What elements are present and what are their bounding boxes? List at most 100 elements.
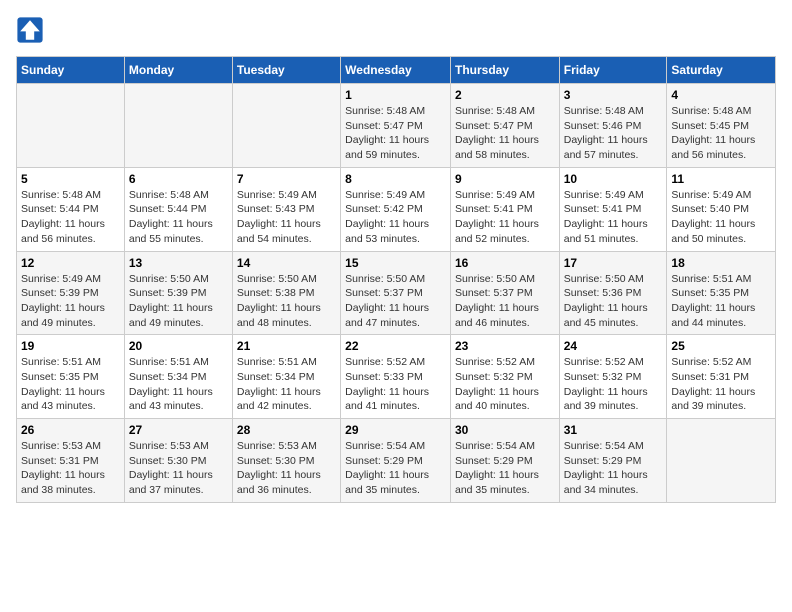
day-info: Sunrise: 5:51 AMSunset: 5:35 PMDaylight:… <box>21 355 120 414</box>
calendar-cell <box>232 84 340 168</box>
calendar-cell: 22 Sunrise: 5:52 AMSunset: 5:33 PMDayligh… <box>341 335 451 419</box>
calendar-table: SundayMondayTuesdayWednesdayThursdayFrid… <box>16 56 776 503</box>
day-number: 16 <box>455 256 555 270</box>
day-info: Sunrise: 5:49 AMSunset: 5:41 PMDaylight:… <box>455 188 555 247</box>
day-number: 11 <box>671 172 771 186</box>
calendar-cell: 3 Sunrise: 5:48 AMSunset: 5:46 PMDaylight… <box>559 84 667 168</box>
day-number: 31 <box>564 423 663 437</box>
day-info: Sunrise: 5:50 AMSunset: 5:36 PMDaylight:… <box>564 272 663 331</box>
weekday-header-wednesday: Wednesday <box>341 57 451 84</box>
calendar-cell: 14 Sunrise: 5:50 AMSunset: 5:38 PMDayligh… <box>232 251 340 335</box>
day-info: Sunrise: 5:52 AMSunset: 5:32 PMDaylight:… <box>455 355 555 414</box>
day-number: 22 <box>345 339 446 353</box>
day-info: Sunrise: 5:48 AMSunset: 5:44 PMDaylight:… <box>21 188 120 247</box>
calendar-cell: 27Sunrise: 5:53 AMSunset: 5:30 PMDayligh… <box>124 419 232 503</box>
day-number: 15 <box>345 256 446 270</box>
day-number: 28 <box>237 423 336 437</box>
day-number: 2 <box>455 88 555 102</box>
day-info: Sunrise: 5:50 AMSunset: 5:37 PMDaylight:… <box>455 272 555 331</box>
day-info: Sunrise: 5:52 AMSunset: 5:32 PMDaylight:… <box>564 355 663 414</box>
weekday-header-saturday: Saturday <box>667 57 776 84</box>
day-number: 18 <box>671 256 771 270</box>
weekday-header-sunday: Sunday <box>17 57 125 84</box>
calendar-cell: 11 Sunrise: 5:49 AMSunset: 5:40 PMDayligh… <box>667 167 776 251</box>
day-info: Sunrise: 5:52 AMSunset: 5:31 PMDaylight:… <box>671 355 771 414</box>
day-info: Sunrise: 5:51 AMSunset: 5:34 PMDaylight:… <box>129 355 228 414</box>
day-info: Sunrise: 5:49 AMSunset: 5:43 PMDaylight:… <box>237 188 336 247</box>
day-number: 27 <box>129 423 228 437</box>
day-number: 10 <box>564 172 663 186</box>
day-number: 20 <box>129 339 228 353</box>
day-number: 8 <box>345 172 446 186</box>
day-number: 25 <box>671 339 771 353</box>
calendar-cell: 10 Sunrise: 5:49 AMSunset: 5:41 PMDayligh… <box>559 167 667 251</box>
calendar-cell: 12 Sunrise: 5:49 AMSunset: 5:39 PMDayligh… <box>17 251 125 335</box>
day-number: 29 <box>345 423 446 437</box>
weekday-header-monday: Monday <box>124 57 232 84</box>
day-number: 19 <box>21 339 120 353</box>
calendar-cell: 4 Sunrise: 5:48 AMSunset: 5:45 PMDaylight… <box>667 84 776 168</box>
calendar-cell <box>17 84 125 168</box>
calendar-cell: 30Sunrise: 5:54 AMSunset: 5:29 PMDayligh… <box>450 419 559 503</box>
calendar-cell: 8 Sunrise: 5:49 AMSunset: 5:42 PMDaylight… <box>341 167 451 251</box>
weekday-header-tuesday: Tuesday <box>232 57 340 84</box>
calendar-cell: 24 Sunrise: 5:52 AMSunset: 5:32 PMDayligh… <box>559 335 667 419</box>
calendar-cell <box>667 419 776 503</box>
day-info: Sunrise: 5:48 AMSunset: 5:46 PMDaylight:… <box>564 104 663 163</box>
weekday-header-friday: Friday <box>559 57 667 84</box>
day-info: Sunrise: 5:53 AMSunset: 5:31 PMDaylight:… <box>21 439 120 498</box>
day-number: 4 <box>671 88 771 102</box>
calendar-cell: 15 Sunrise: 5:50 AMSunset: 5:37 PMDayligh… <box>341 251 451 335</box>
day-info: Sunrise: 5:54 AMSunset: 5:29 PMDaylight:… <box>564 439 663 498</box>
page-header <box>16 16 776 44</box>
day-number: 6 <box>129 172 228 186</box>
day-number: 26 <box>21 423 120 437</box>
day-info: Sunrise: 5:49 AMSunset: 5:40 PMDaylight:… <box>671 188 771 247</box>
calendar-cell: 1Sunrise: 5:48 AMSunset: 5:47 PMDaylight… <box>341 84 451 168</box>
calendar-cell: 16 Sunrise: 5:50 AMSunset: 5:37 PMDayligh… <box>450 251 559 335</box>
calendar-cell: 31 Sunrise: 5:54 AMSunset: 5:29 PMDayligh… <box>559 419 667 503</box>
day-info: Sunrise: 5:49 AMSunset: 5:39 PMDaylight:… <box>21 272 120 331</box>
day-number: 12 <box>21 256 120 270</box>
week-row-5: 26 Sunrise: 5:53 AMSunset: 5:31 PMDayligh… <box>17 419 776 503</box>
weekday-header-thursday: Thursday <box>450 57 559 84</box>
weekday-header-row: SundayMondayTuesdayWednesdayThursdayFrid… <box>17 57 776 84</box>
day-info: Sunrise: 5:51 AMSunset: 5:35 PMDaylight:… <box>671 272 771 331</box>
logo-icon <box>16 16 44 44</box>
day-number: 7 <box>237 172 336 186</box>
day-info: Sunrise: 5:52 AMSunset: 5:33 PMDaylight:… <box>345 355 446 414</box>
calendar-cell <box>124 84 232 168</box>
day-number: 14 <box>237 256 336 270</box>
week-row-4: 19 Sunrise: 5:51 AMSunset: 5:35 PMDayligh… <box>17 335 776 419</box>
calendar-cell: 26 Sunrise: 5:53 AMSunset: 5:31 PMDayligh… <box>17 419 125 503</box>
day-info: Sunrise: 5:53 AMSunset: 5:30 PMDaylight:… <box>237 439 336 498</box>
calendar-cell: 9Sunrise: 5:49 AMSunset: 5:41 PMDaylight… <box>450 167 559 251</box>
day-info: Sunrise: 5:48 AMSunset: 5:44 PMDaylight:… <box>129 188 228 247</box>
calendar-cell: 28 Sunrise: 5:53 AMSunset: 5:30 PMDayligh… <box>232 419 340 503</box>
day-info: Sunrise: 5:50 AMSunset: 5:38 PMDaylight:… <box>237 272 336 331</box>
day-info: Sunrise: 5:50 AMSunset: 5:37 PMDaylight:… <box>345 272 446 331</box>
day-info: Sunrise: 5:49 AMSunset: 5:41 PMDaylight:… <box>564 188 663 247</box>
calendar-cell: 7 Sunrise: 5:49 AMSunset: 5:43 PMDaylight… <box>232 167 340 251</box>
day-info: Sunrise: 5:49 AMSunset: 5:42 PMDaylight:… <box>345 188 446 247</box>
day-number: 1 <box>345 88 446 102</box>
calendar-cell: 5 Sunrise: 5:48 AMSunset: 5:44 PMDaylight… <box>17 167 125 251</box>
calendar-cell: 25 Sunrise: 5:52 AMSunset: 5:31 PMDayligh… <box>667 335 776 419</box>
day-info: Sunrise: 5:51 AMSunset: 5:34 PMDaylight:… <box>237 355 336 414</box>
day-number: 5 <box>21 172 120 186</box>
day-info: Sunrise: 5:50 AMSunset: 5:39 PMDaylight:… <box>129 272 228 331</box>
calendar-cell: 13Sunrise: 5:50 AMSunset: 5:39 PMDayligh… <box>124 251 232 335</box>
day-info: Sunrise: 5:48 AMSunset: 5:47 PMDaylight:… <box>455 104 555 163</box>
day-number: 30 <box>455 423 555 437</box>
day-number: 17 <box>564 256 663 270</box>
calendar-cell: 23Sunrise: 5:52 AMSunset: 5:32 PMDayligh… <box>450 335 559 419</box>
day-info: Sunrise: 5:48 AMSunset: 5:45 PMDaylight:… <box>671 104 771 163</box>
day-number: 24 <box>564 339 663 353</box>
day-number: 21 <box>237 339 336 353</box>
calendar-cell: 21 Sunrise: 5:51 AMSunset: 5:34 PMDayligh… <box>232 335 340 419</box>
week-row-3: 12 Sunrise: 5:49 AMSunset: 5:39 PMDayligh… <box>17 251 776 335</box>
week-row-2: 5 Sunrise: 5:48 AMSunset: 5:44 PMDaylight… <box>17 167 776 251</box>
calendar-cell: 20 Sunrise: 5:51 AMSunset: 5:34 PMDayligh… <box>124 335 232 419</box>
calendar-cell: 2 Sunrise: 5:48 AMSunset: 5:47 PMDaylight… <box>450 84 559 168</box>
day-number: 3 <box>564 88 663 102</box>
